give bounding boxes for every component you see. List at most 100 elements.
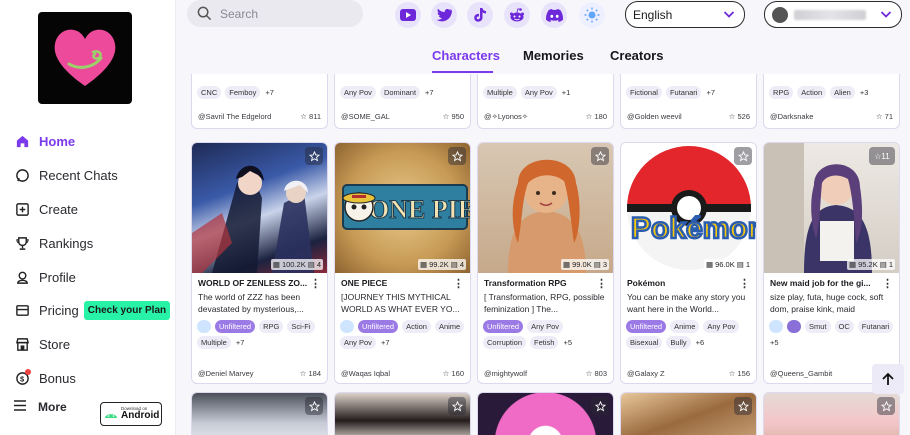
character-image[interactable]: ▦ 100.2K ▤ 4 <box>192 143 327 273</box>
check-plan-badge[interactable]: Check your Plan <box>83 301 171 321</box>
character-card[interactable]: Multiple Any Pov +1 @✧Lyonos✧ ☆ 180 <box>477 74 614 129</box>
sidebar-item-home[interactable]: Home <box>14 125 174 159</box>
tag[interactable]: RPG <box>259 320 284 333</box>
more-options-icon[interactable]: ⋮ <box>596 277 607 290</box>
tag[interactable]: Bully <box>666 336 691 349</box>
tag[interactable]: Action <box>797 86 827 99</box>
card-title[interactable]: WORLD OF ZENLESS ZO... <box>198 278 307 288</box>
creator-name[interactable]: @mightywolf <box>484 369 527 378</box>
tag[interactable]: Multiple <box>483 86 517 99</box>
creator-name[interactable]: @Queens_Gambit <box>770 369 832 378</box>
tag-more[interactable]: +5 <box>769 336 780 349</box>
twitter-icon[interactable] <box>431 2 457 28</box>
creator-name[interactable]: @✧Lyonos✧ <box>484 112 528 121</box>
card-title[interactable]: New maid job for the gi... <box>770 278 871 288</box>
sidebar-item-store[interactable]: Store <box>14 328 174 362</box>
sidebar-item-recent-chats[interactable]: Recent Chats <box>14 159 174 193</box>
tag[interactable]: Alien <box>830 86 855 99</box>
tag[interactable]: Any Pov <box>703 320 740 333</box>
tag[interactable]: Femboy <box>225 86 261 99</box>
tag[interactable]: Any Pov <box>527 320 564 333</box>
favorite-star-icon[interactable] <box>305 397 323 415</box>
tag[interactable]: Smut <box>805 320 831 333</box>
search-box[interactable] <box>187 0 363 27</box>
voice-tag-icon[interactable] <box>787 320 801 333</box>
tag[interactable]: OC <box>834 320 854 333</box>
tag-more[interactable]: +3 <box>859 86 870 99</box>
reddit-icon[interactable] <box>504 2 530 28</box>
sidebar-item-profile[interactable]: Profile <box>14 260 174 294</box>
tag-unfiltered[interactable]: Unfiltered <box>626 320 667 333</box>
tag[interactable]: Fictional <box>626 86 662 99</box>
card-title[interactable]: Transformation RPG <box>484 278 567 288</box>
favorite-star-icon[interactable] <box>877 397 895 415</box>
character-card[interactable] <box>334 392 471 435</box>
tag[interactable]: Sci-Fi <box>287 320 315 333</box>
tab-creators[interactable]: Creators <box>610 48 663 63</box>
tag-more[interactable]: +7 <box>235 336 246 349</box>
character-card[interactable]: ▦ 100.2K ▤ 4 WORLD OF ZENLESS ZO... ⋮ The… <box>191 142 328 384</box>
tag[interactable]: Dominant <box>379 86 421 99</box>
tag-unfiltered[interactable]: Unfiltered <box>358 320 399 333</box>
creator-name[interactable]: @Galaxy Z <box>627 369 665 378</box>
tag[interactable]: CNC <box>197 86 222 99</box>
tag-more[interactable]: +7 <box>264 86 275 99</box>
card-title[interactable]: Pokémon <box>627 278 665 288</box>
character-image[interactable]: ☆ 11 ▦ 95.2K ▤ 1 <box>764 143 899 273</box>
character-card[interactable] <box>620 392 757 435</box>
tag-more[interactable]: +7 <box>424 86 435 99</box>
tiktok-icon[interactable] <box>467 2 493 28</box>
character-card[interactable]: RPG Action Alien +3 @Darksnake ☆ 71 <box>763 74 900 129</box>
character-card[interactable] <box>477 392 614 435</box>
more-menu[interactable]: More <box>14 400 67 414</box>
favorite-star-icon[interactable] <box>591 147 609 165</box>
card-title[interactable]: ONE PIECE <box>341 278 387 288</box>
youtube-icon[interactable] <box>395 2 421 28</box>
tag[interactable]: RPG <box>769 86 794 99</box>
tag[interactable]: Any Pov <box>520 86 557 99</box>
tag-unfiltered[interactable]: Unfiltered <box>483 320 524 333</box>
character-card[interactable]: ▦ 99.0K ▤ 3 Transformation RPG ⋮ [ Transf… <box>477 142 614 384</box>
character-image[interactable]: ▦ 99.0K ▤ 3 <box>478 143 613 273</box>
tag-more[interactable]: +7 <box>705 86 716 99</box>
tag[interactable]: Multiple <box>197 336 231 349</box>
character-image[interactable]: ONE PIECE ▦ 99.2K ▤ 4 <box>335 143 470 273</box>
tag[interactable]: Futanari <box>857 320 894 333</box>
tab-memories[interactable]: Memories <box>523 48 584 63</box>
creator-name[interactable]: @Golden weevil <box>627 112 682 121</box>
sidebar-item-create[interactable]: Create <box>14 193 174 227</box>
theme-sun-icon[interactable] <box>579 2 605 28</box>
tag-more[interactable]: +6 <box>695 336 706 349</box>
favorite-star-icon[interactable] <box>448 147 466 165</box>
image-tag-icon[interactable] <box>769 320 783 333</box>
sidebar-item-bonus[interactable]: $ Bonus <box>14 362 174 396</box>
tag[interactable]: Futanari <box>665 86 702 99</box>
favorite-star-icon[interactable] <box>734 397 752 415</box>
tag[interactable]: Any Pov <box>340 336 376 349</box>
sidebar-item-pricing[interactable]: Pricing Check your Plan <box>14 294 174 328</box>
creator-name[interactable]: @SOME_GAL <box>341 112 390 121</box>
tag[interactable]: Anime <box>434 320 465 333</box>
tag-more[interactable]: +7 <box>380 336 391 349</box>
tab-characters[interactable]: Characters <box>432 48 500 63</box>
scroll-to-top-button[interactable] <box>872 364 904 394</box>
favorite-star-icon[interactable] <box>448 397 466 415</box>
creator-name[interactable]: @Waqas Iqbal <box>341 369 390 378</box>
user-menu[interactable] <box>764 1 902 28</box>
favorite-star-icon[interactable] <box>305 147 323 165</box>
favorite-star-icon[interactable] <box>734 147 752 165</box>
creator-name[interactable]: @Deniel Marvey <box>198 369 254 378</box>
tag-unfiltered[interactable]: Unfiltered <box>215 320 256 333</box>
image-tag-icon[interactable] <box>197 320 211 333</box>
tag[interactable]: Action <box>402 320 431 333</box>
tag[interactable]: Fetish <box>530 336 559 349</box>
logo[interactable] <box>38 12 132 104</box>
character-card[interactable]: Any Pov Dominant +7 @SOME_GAL ☆ 950 <box>334 74 471 129</box>
more-options-icon[interactable]: ⋮ <box>453 277 464 290</box>
tag-more[interactable]: +1 <box>561 86 572 99</box>
more-options-icon[interactable]: ⋮ <box>310 277 321 290</box>
tag[interactable]: Any Pov <box>340 86 376 99</box>
favorite-star-icon[interactable] <box>591 397 609 415</box>
character-card[interactable] <box>191 392 328 435</box>
tag-more[interactable]: +5 <box>562 336 573 349</box>
